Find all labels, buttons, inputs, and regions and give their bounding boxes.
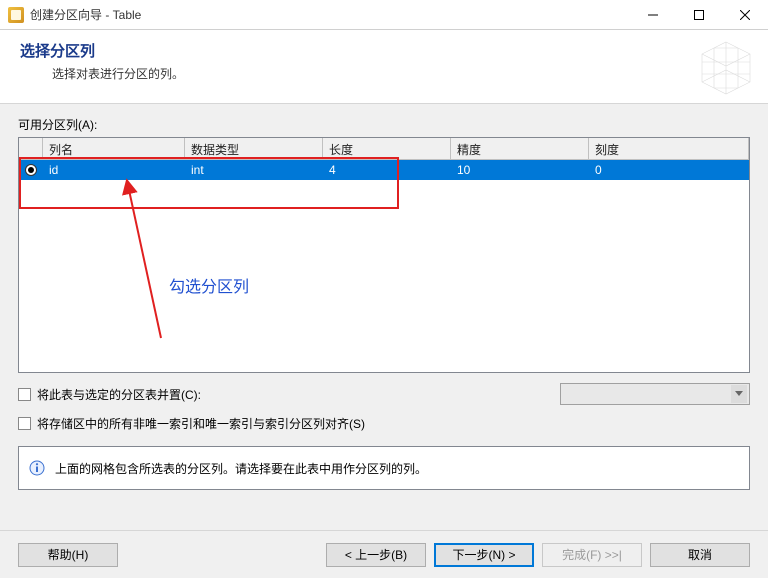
cell-scale: 0 bbox=[589, 163, 749, 177]
info-text: 上面的网格包含所选表的分区列。请选择要在此表中用作分区列的列。 bbox=[55, 460, 427, 477]
cell-length: 4 bbox=[323, 163, 451, 177]
grid-label: 可用分区列(A): bbox=[18, 116, 750, 133]
content-area: 可用分区列(A): 列名 数据类型 长度 精度 刻度 id int 4 10 0… bbox=[0, 104, 768, 530]
table-row[interactable]: id int 4 10 0 bbox=[19, 160, 749, 180]
collocate-combo[interactable] bbox=[560, 383, 750, 405]
row-radio[interactable] bbox=[19, 164, 43, 176]
col-header-precision[interactable]: 精度 bbox=[451, 138, 589, 159]
align-indexes-checkbox[interactable] bbox=[18, 417, 31, 430]
back-button[interactable]: < 上一步(B) bbox=[326, 543, 426, 567]
info-icon bbox=[29, 460, 45, 476]
align-indexes-option: 将存储区中的所有非唯一索引和唯一索引与索引分区列对齐(S) bbox=[18, 415, 750, 432]
cancel-button[interactable]: 取消 bbox=[650, 543, 750, 567]
page-title: 选择分区列 bbox=[20, 40, 748, 61]
app-icon bbox=[8, 7, 24, 23]
next-button[interactable]: 下一步(N) > bbox=[434, 543, 534, 567]
collocate-checkbox[interactable] bbox=[18, 388, 31, 401]
maximize-button[interactable] bbox=[676, 0, 722, 30]
chevron-down-icon bbox=[731, 385, 747, 403]
help-button[interactable]: 帮助(H) bbox=[18, 543, 118, 567]
grid-header: 列名 数据类型 长度 精度 刻度 bbox=[19, 138, 749, 160]
page-subtitle: 选择对表进行分区的列。 bbox=[52, 65, 748, 82]
collocate-option: 将此表与选定的分区表并置(C): bbox=[18, 383, 750, 405]
cell-name: id bbox=[43, 163, 185, 177]
finish-button: 完成(F) >>| bbox=[542, 543, 642, 567]
window-title: 创建分区向导 - Table bbox=[30, 6, 630, 23]
collocate-label: 将此表与选定的分区表并置(C): bbox=[37, 386, 201, 403]
titlebar: 创建分区向导 - Table bbox=[0, 0, 768, 30]
cell-precision: 10 bbox=[451, 163, 589, 177]
col-header-name[interactable]: 列名 bbox=[43, 138, 185, 159]
info-panel: 上面的网格包含所选表的分区列。请选择要在此表中用作分区列的列。 bbox=[18, 446, 750, 490]
partition-columns-grid[interactable]: 列名 数据类型 长度 精度 刻度 id int 4 10 0 勾选分区列 bbox=[18, 137, 750, 373]
annotation-arrow-icon bbox=[119, 178, 199, 348]
col-header-scale[interactable]: 刻度 bbox=[589, 138, 749, 159]
close-button[interactable] bbox=[722, 0, 768, 30]
wizard-header: 选择分区列 选择对表进行分区的列。 bbox=[0, 30, 768, 104]
cell-type: int bbox=[185, 163, 323, 177]
header-graphic-icon bbox=[696, 38, 756, 98]
col-header-type[interactable]: 数据类型 bbox=[185, 138, 323, 159]
align-indexes-label: 将存储区中的所有非唯一索引和唯一索引与索引分区列对齐(S) bbox=[37, 415, 365, 432]
wizard-footer: 帮助(H) < 上一步(B) 下一步(N) > 完成(F) >>| 取消 bbox=[0, 530, 768, 578]
col-header-length[interactable]: 长度 bbox=[323, 138, 451, 159]
minimize-button[interactable] bbox=[630, 0, 676, 30]
